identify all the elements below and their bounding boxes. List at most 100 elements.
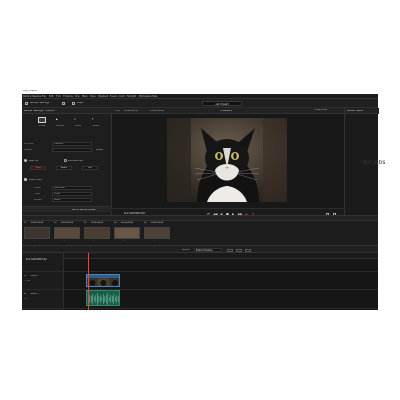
- add-to-render-queue-button[interactable]: Add to Render Queue: [72, 209, 96, 211]
- encoder-select[interactable]: Native: [52, 198, 92, 202]
- clip-label: Stock image 2010: [144, 239, 162, 241]
- menu-playback[interactable]: Playback: [98, 95, 108, 98]
- render-settings-panel: Render Settings - Custom Custom ▶ YouTub…: [22, 108, 112, 218]
- filename-field[interactable]: Timeline 1: [52, 142, 92, 146]
- preset-youtube[interactable]: ▶ YouTube: [54, 117, 66, 131]
- location-row: Location Browse: [24, 148, 110, 152]
- video-preview[interactable]: [167, 118, 287, 202]
- clip-thumbnail[interactable]: Stock image 2029: [84, 227, 110, 241]
- clip-number: 05: [144, 222, 147, 224]
- individual-clips-radio[interactable]: [64, 159, 67, 162]
- menu-davinci[interactable]: DaVinci Resolve: [23, 95, 41, 98]
- track-divider: [22, 289, 378, 290]
- timeline-zoom-icon[interactable]: [227, 248, 233, 252]
- custom-preset-icon: [38, 117, 46, 123]
- export-video-checkbox[interactable]: [24, 178, 27, 181]
- single-clip-label: Single clip: [28, 159, 39, 162]
- clip-timecode: 00:00:00:00: [61, 222, 74, 224]
- menu-color[interactable]: Color: [119, 95, 125, 98]
- audio-clip[interactable]: [86, 290, 120, 306]
- menu-view[interactable]: View: [90, 95, 95, 98]
- viewer-panel: 79% 01:00:00:00 01:00:00:00 Timeline 1 1…: [112, 108, 344, 218]
- timeline-toolbar: Render Entire Timeline: [22, 245, 378, 253]
- timeline-panel: 01:00:00:00 V1 Video 1 1 Clip A1 Audio 1…: [22, 253, 378, 310]
- timeline-ruler[interactable]: 01:00:00:00: [64, 253, 378, 259]
- menu-timeline[interactable]: Timeline: [63, 95, 73, 98]
- preset-twitter[interactable]: t Twitter: [90, 117, 102, 131]
- clip-number: 03: [84, 222, 87, 224]
- menu-fairlight[interactable]: Fairlight: [127, 95, 136, 98]
- grid-icon[interactable]: [62, 102, 65, 105]
- track-divider: [22, 308, 378, 309]
- menu-trim[interactable]: Trim: [56, 95, 61, 98]
- clip-thumbnail-image: [84, 227, 110, 239]
- clip-thumbnail[interactable]: Stock Image Shot: [24, 227, 50, 241]
- video-clip[interactable]: [86, 274, 120, 287]
- clip-label: Stock Image Shot: [24, 239, 41, 241]
- render-queue-title: Render Queue: [347, 109, 364, 112]
- menu-help[interactable]: Help: [152, 95, 157, 98]
- location-field[interactable]: [52, 148, 92, 152]
- thumb-strip-header: [22, 216, 378, 221]
- preset-label: Custom: [38, 125, 46, 127]
- timeline-name[interactable]: Timeline 1: [220, 110, 232, 112]
- clip-label: Stock image 2021: [114, 239, 132, 241]
- track-info-a1: 2.0: [24, 298, 28, 300]
- fit-zoom-label[interactable]: 79%: [115, 110, 120, 112]
- single-clip-radio[interactable]: [24, 159, 27, 162]
- menu-clip[interactable]: Clip: [75, 95, 79, 98]
- clip-timecode: 00:00:00:00: [151, 222, 164, 224]
- clip-thumbnail[interactable]: Stock image 2010: [144, 227, 170, 241]
- preset-vimeo[interactable]: v Vimeo: [72, 117, 84, 131]
- tab-audio[interactable]: Audio: [56, 166, 72, 170]
- track-info-v1: 1 Clip: [24, 280, 30, 282]
- timeline-snap-icon[interactable]: [236, 248, 242, 252]
- clip-thumbnail-strip: 01 00:00:00:00 Stock Image Shot 02 00:00…: [22, 215, 378, 245]
- menu-file[interactable]: File: [42, 95, 46, 98]
- viewer-toolbar: 79% 01:00:00:00 01:00:00:00 Timeline 1 1…: [112, 108, 344, 114]
- tab-video[interactable]: Video: [30, 166, 46, 170]
- codec-select[interactable]: H.264: [52, 192, 92, 196]
- clip-timecode: 00:00:00:00: [31, 222, 44, 224]
- render-settings-toggle[interactable]: Render Settings: [30, 102, 49, 106]
- timeline-options-icon[interactable]: [245, 248, 251, 252]
- video-clip-thumbnail: [87, 278, 119, 286]
- render-mode-row: Single clip Individual clips: [24, 159, 110, 163]
- menu-edit[interactable]: Edit: [49, 95, 53, 98]
- page-header-toolbar: Render Settings Clips cat_Project: [22, 99, 378, 108]
- track-name-v1: Video 1: [31, 275, 39, 277]
- cat-video-frame-image: [167, 118, 287, 202]
- export-video-label: Export Video: [29, 178, 42, 181]
- format-label: Format: [34, 186, 42, 189]
- source-timecode: 01:00:00:00: [124, 109, 139, 112]
- add-to-queue-bar: Add to Render Queue: [22, 206, 112, 212]
- clip-timecode: 00:00:00:00: [121, 222, 134, 224]
- preset-label: Vimeo: [74, 125, 82, 127]
- track-headers: 01:00:00:00 V1 Video 1 1 Clip A1 Audio 1…: [22, 253, 64, 310]
- location-label: Location: [24, 148, 33, 151]
- render-settings-header: Render Settings - Custom: [22, 108, 112, 114]
- render-range-select[interactable]: Entire Timeline: [194, 248, 222, 252]
- track-id-a1: A1: [24, 293, 27, 295]
- youtube-icon: ▶: [56, 118, 58, 121]
- preset-custom[interactable]: Custom: [36, 117, 48, 131]
- clips-toggle[interactable]: Clips: [77, 102, 83, 106]
- filename-label: File name: [24, 142, 34, 145]
- menu-workspace[interactable]: Workspace: [139, 95, 152, 98]
- clip-thumbnail[interactable]: Stock image 2021: [114, 227, 140, 241]
- timeline-playhead[interactable]: [88, 253, 89, 310]
- clip-timecode: 00:00:00:00: [91, 222, 104, 224]
- clip-number: 02: [54, 222, 57, 224]
- menu-fusion[interactable]: Fusion: [110, 95, 117, 98]
- clip-thumbnail-image: [144, 227, 170, 239]
- render-settings-icon[interactable]: [25, 102, 28, 105]
- browse-button[interactable]: Browse: [96, 149, 103, 151]
- render-queue-panel: Render Queue No jobs: [344, 108, 385, 218]
- format-select[interactable]: QuickTime: [52, 186, 92, 190]
- clip-thumbnail[interactable]: Stock image 2026: [54, 227, 80, 241]
- menu-mark[interactable]: Mark: [82, 95, 88, 98]
- render-queue-header: Render Queue: [345, 108, 379, 114]
- twitter-icon: t: [92, 118, 93, 121]
- clips-icon[interactable]: [72, 102, 75, 105]
- tab-file[interactable]: File: [82, 166, 98, 170]
